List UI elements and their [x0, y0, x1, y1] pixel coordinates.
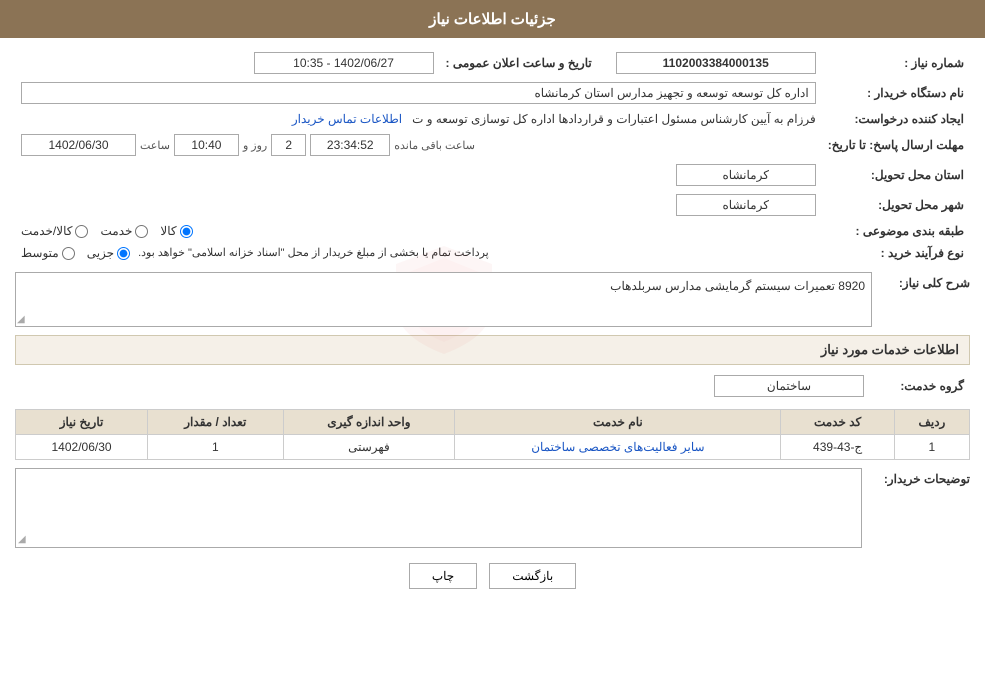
purchase-type-option-1: جزیی [87, 246, 130, 260]
need-desc-row: شرح کلی نیاز: AnataTender 8920 تعمیرات س… [15, 272, 970, 327]
purchase-type-radio-1[interactable] [117, 247, 130, 260]
col-header-unit: واحد اندازه گیری [283, 410, 455, 435]
deadline-label: مهلت ارسال پاسخ: تا تاریخ: [822, 130, 970, 160]
buyer-org-value: اداره کل توسعه توسعه و تجهیز مدارس استان… [21, 82, 816, 104]
col-header-row: ردیف [894, 410, 969, 435]
deadline-days: 2 [271, 134, 306, 156]
announce-datetime-label: تاریخ و ساعت اعلان عمومی : [440, 48, 602, 78]
buyer-notes-container: ◢ [15, 468, 862, 548]
province-cell: کرمانشاه [15, 160, 822, 190]
services-table: ردیف کد خدمت نام خدمت واحد اندازه گیری ت… [15, 409, 970, 460]
purchase-type-label: نوع فرآیند خرید : [822, 242, 970, 264]
creator-value: فرزام به آیین کارشناس مسئول اعتبارات و ق… [412, 112, 816, 126]
category-label: طبقه بندی موضوعی : [822, 220, 970, 242]
deadline-remaining: 23:34:52 [310, 134, 390, 156]
table-row: 1 ج-43-439 سایر فعالیت‌های تخصصی ساختمان… [16, 435, 970, 460]
resize-handle-need-desc[interactable]: ◢ [17, 314, 25, 325]
need-desc-label: شرح کلی نیاز: [880, 272, 970, 290]
need-number-label: شماره نیاز : [822, 48, 970, 78]
deadline-time: 10:40 [174, 134, 239, 156]
buyer-notes-value: ◢ [15, 468, 862, 548]
deadline-cell: 1402/06/30 ساعت 10:40 روز و 2 23:34:52 س… [15, 130, 822, 160]
announce-datetime-value: 1402/06/27 - 10:35 [254, 52, 434, 74]
print-button[interactable]: چاپ [409, 563, 477, 589]
row-service-name: سایر فعالیت‌های تخصصی ساختمان [455, 435, 781, 460]
category-radio-3[interactable] [75, 225, 88, 238]
province-value: کرمانشاه [676, 164, 816, 186]
purchase-type-option-2: متوسط [21, 246, 75, 260]
button-row: چاپ بازگشت [15, 563, 970, 589]
col-header-code: کد خدمت [781, 410, 894, 435]
city-value: کرمانشاه [676, 194, 816, 216]
row-date: 1402/06/30 [16, 435, 148, 460]
category-option-2: خدمت [100, 224, 148, 238]
category-radio-2[interactable] [135, 225, 148, 238]
category-label-1: کالا [160, 224, 176, 238]
creator-label: ایجاد کننده درخواست: [822, 108, 970, 130]
row-quantity: 1 [148, 435, 283, 460]
creator-cell: فرزام به آیین کارشناس مسئول اعتبارات و ق… [15, 108, 822, 130]
service-group-label: گروه خدمت: [870, 371, 970, 401]
header-title: جزئیات اطلاعات نیاز [429, 11, 556, 28]
purchase-type-radio-group: متوسط جزیی [21, 246, 130, 260]
main-content: شماره نیاز : 1102003384000135 تاریخ و سا… [0, 38, 985, 609]
page-header: جزئیات اطلاعات نیاز [0, 0, 985, 38]
basic-info-table: شماره نیاز : 1102003384000135 تاریخ و سا… [15, 48, 970, 264]
deadline-time-label: ساعت [140, 139, 170, 152]
col-header-name: نام خدمت [455, 410, 781, 435]
category-radio-group: کالا/خدمت خدمت کالا [21, 224, 816, 238]
service-group-cell: ساختمان [15, 371, 870, 401]
service-group-value: ساختمان [714, 375, 864, 397]
back-button[interactable]: بازگشت [489, 563, 576, 589]
buyer-notes-label: توضیحات خریدار: [870, 468, 970, 486]
row-number: 1 [894, 435, 969, 460]
category-label-2: خدمت [100, 224, 132, 238]
row-code: ج-43-439 [781, 435, 894, 460]
announce-datetime-cell: 1402/06/27 - 10:35 [15, 48, 440, 78]
purchase-type-label-1: جزیی [87, 246, 114, 260]
need-desc-container: AnataTender 8920 تعمیرات سیستم گرمایشی م… [15, 272, 872, 327]
buyer-org-cell: اداره کل توسعه توسعه و تجهیز مدارس استان… [15, 78, 822, 108]
need-number-value: 1102003384000135 [616, 52, 816, 74]
resize-handle-notes[interactable]: ◢ [18, 534, 26, 545]
city-label: شهر محل تحویل: [822, 190, 970, 220]
row-unit: فهرستی [283, 435, 455, 460]
buyer-notes-row: توضیحات خریدار: ◢ [15, 468, 970, 548]
deadline-date: 1402/06/30 [21, 134, 136, 156]
category-label-3: کالا/خدمت [21, 224, 72, 238]
purchase-type-radio-2[interactable] [62, 247, 75, 260]
creator-link[interactable]: اطلاعات تماس خریدار [292, 112, 402, 126]
city-cell: کرمانشاه [15, 190, 822, 220]
category-radio-1[interactable] [180, 225, 193, 238]
service-name-link[interactable]: سایر فعالیت‌های تخصصی ساختمان [531, 440, 704, 454]
deadline-remaining-label: ساعت باقی مانده [394, 139, 475, 152]
buyer-org-label: نام دستگاه خریدار : [822, 78, 970, 108]
page-wrapper: جزئیات اطلاعات نیاز شماره نیاز : 1102003… [0, 0, 985, 691]
province-label: استان محل تحویل: [822, 160, 970, 190]
need-desc-value: 8920 تعمیرات سیستم گرمایشی مدارس سربلدها… [15, 272, 872, 327]
deadline-days-label: روز و [243, 139, 267, 152]
purchase-type-label-2: متوسط [21, 246, 59, 260]
category-option-3: کالا/خدمت [21, 224, 88, 238]
need-number-cell: 1102003384000135 [602, 48, 822, 78]
col-header-date: تاریخ نیاز [16, 410, 148, 435]
col-header-qty: تعداد / مقدار [148, 410, 283, 435]
category-option-1: کالا [160, 224, 192, 238]
service-group-table: گروه خدمت: ساختمان [15, 371, 970, 401]
